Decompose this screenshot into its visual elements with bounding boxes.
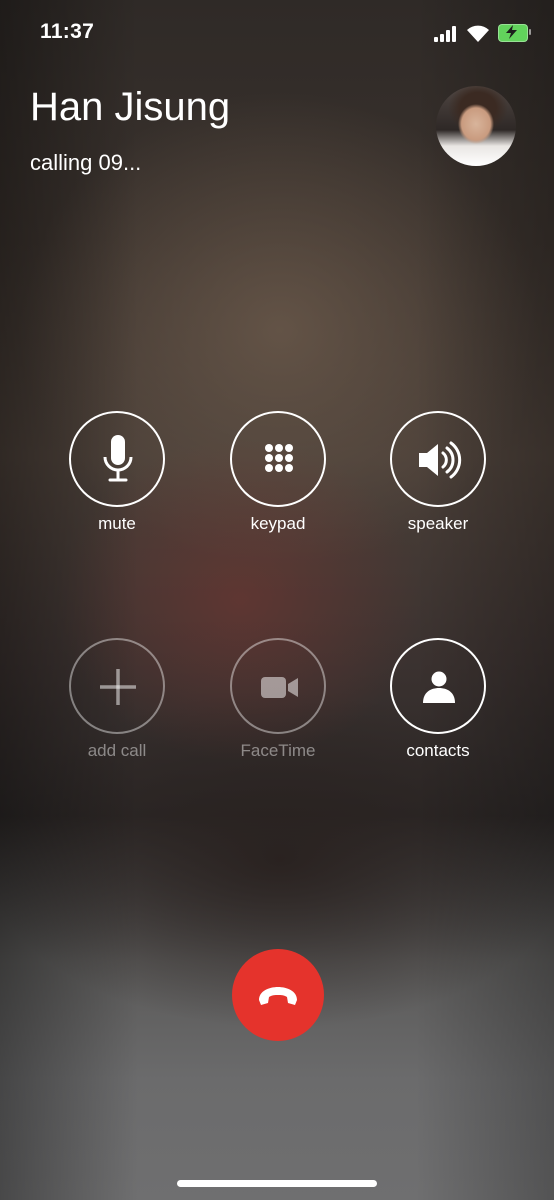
add-call-button[interactable] xyxy=(69,638,165,734)
video-camera-icon xyxy=(261,677,298,698)
wifi-icon xyxy=(466,23,490,48)
call-screen: 11:37 Han Jisung calling 09... mute keyp… xyxy=(0,0,554,1200)
keypad-grid-icon xyxy=(265,444,293,472)
call-status: calling 09... xyxy=(30,150,142,175)
plus-icon xyxy=(100,669,136,705)
home-indicator[interactable] xyxy=(177,1180,377,1187)
person-icon xyxy=(423,671,455,703)
keypad-label: keypad xyxy=(250,514,306,533)
speaker-label: speaker xyxy=(407,514,469,533)
mute-label: mute xyxy=(98,514,136,533)
charging-bolt-icon xyxy=(506,25,517,39)
mute-button[interactable] xyxy=(69,411,165,507)
contact-avatar xyxy=(436,86,516,166)
keypad-button[interactable] xyxy=(230,411,326,507)
end-call-button[interactable] xyxy=(232,949,324,1041)
speaker-button[interactable] xyxy=(390,411,486,507)
status-bar: 11:37 xyxy=(0,0,554,60)
battery-icon xyxy=(498,24,532,42)
add-call-label: add call xyxy=(87,741,147,760)
phone-hangup-icon xyxy=(259,987,297,1005)
microphone-icon xyxy=(103,435,133,482)
status-time: 11:37 xyxy=(40,20,95,43)
caller-name: Han Jisung xyxy=(30,85,231,129)
facetime-button[interactable] xyxy=(230,638,326,734)
cellular-signal-icon xyxy=(434,26,460,42)
contacts-label: contacts xyxy=(406,741,470,760)
contacts-button[interactable] xyxy=(390,638,486,734)
speaker-icon xyxy=(419,441,462,479)
facetime-label: FaceTime xyxy=(240,741,316,760)
